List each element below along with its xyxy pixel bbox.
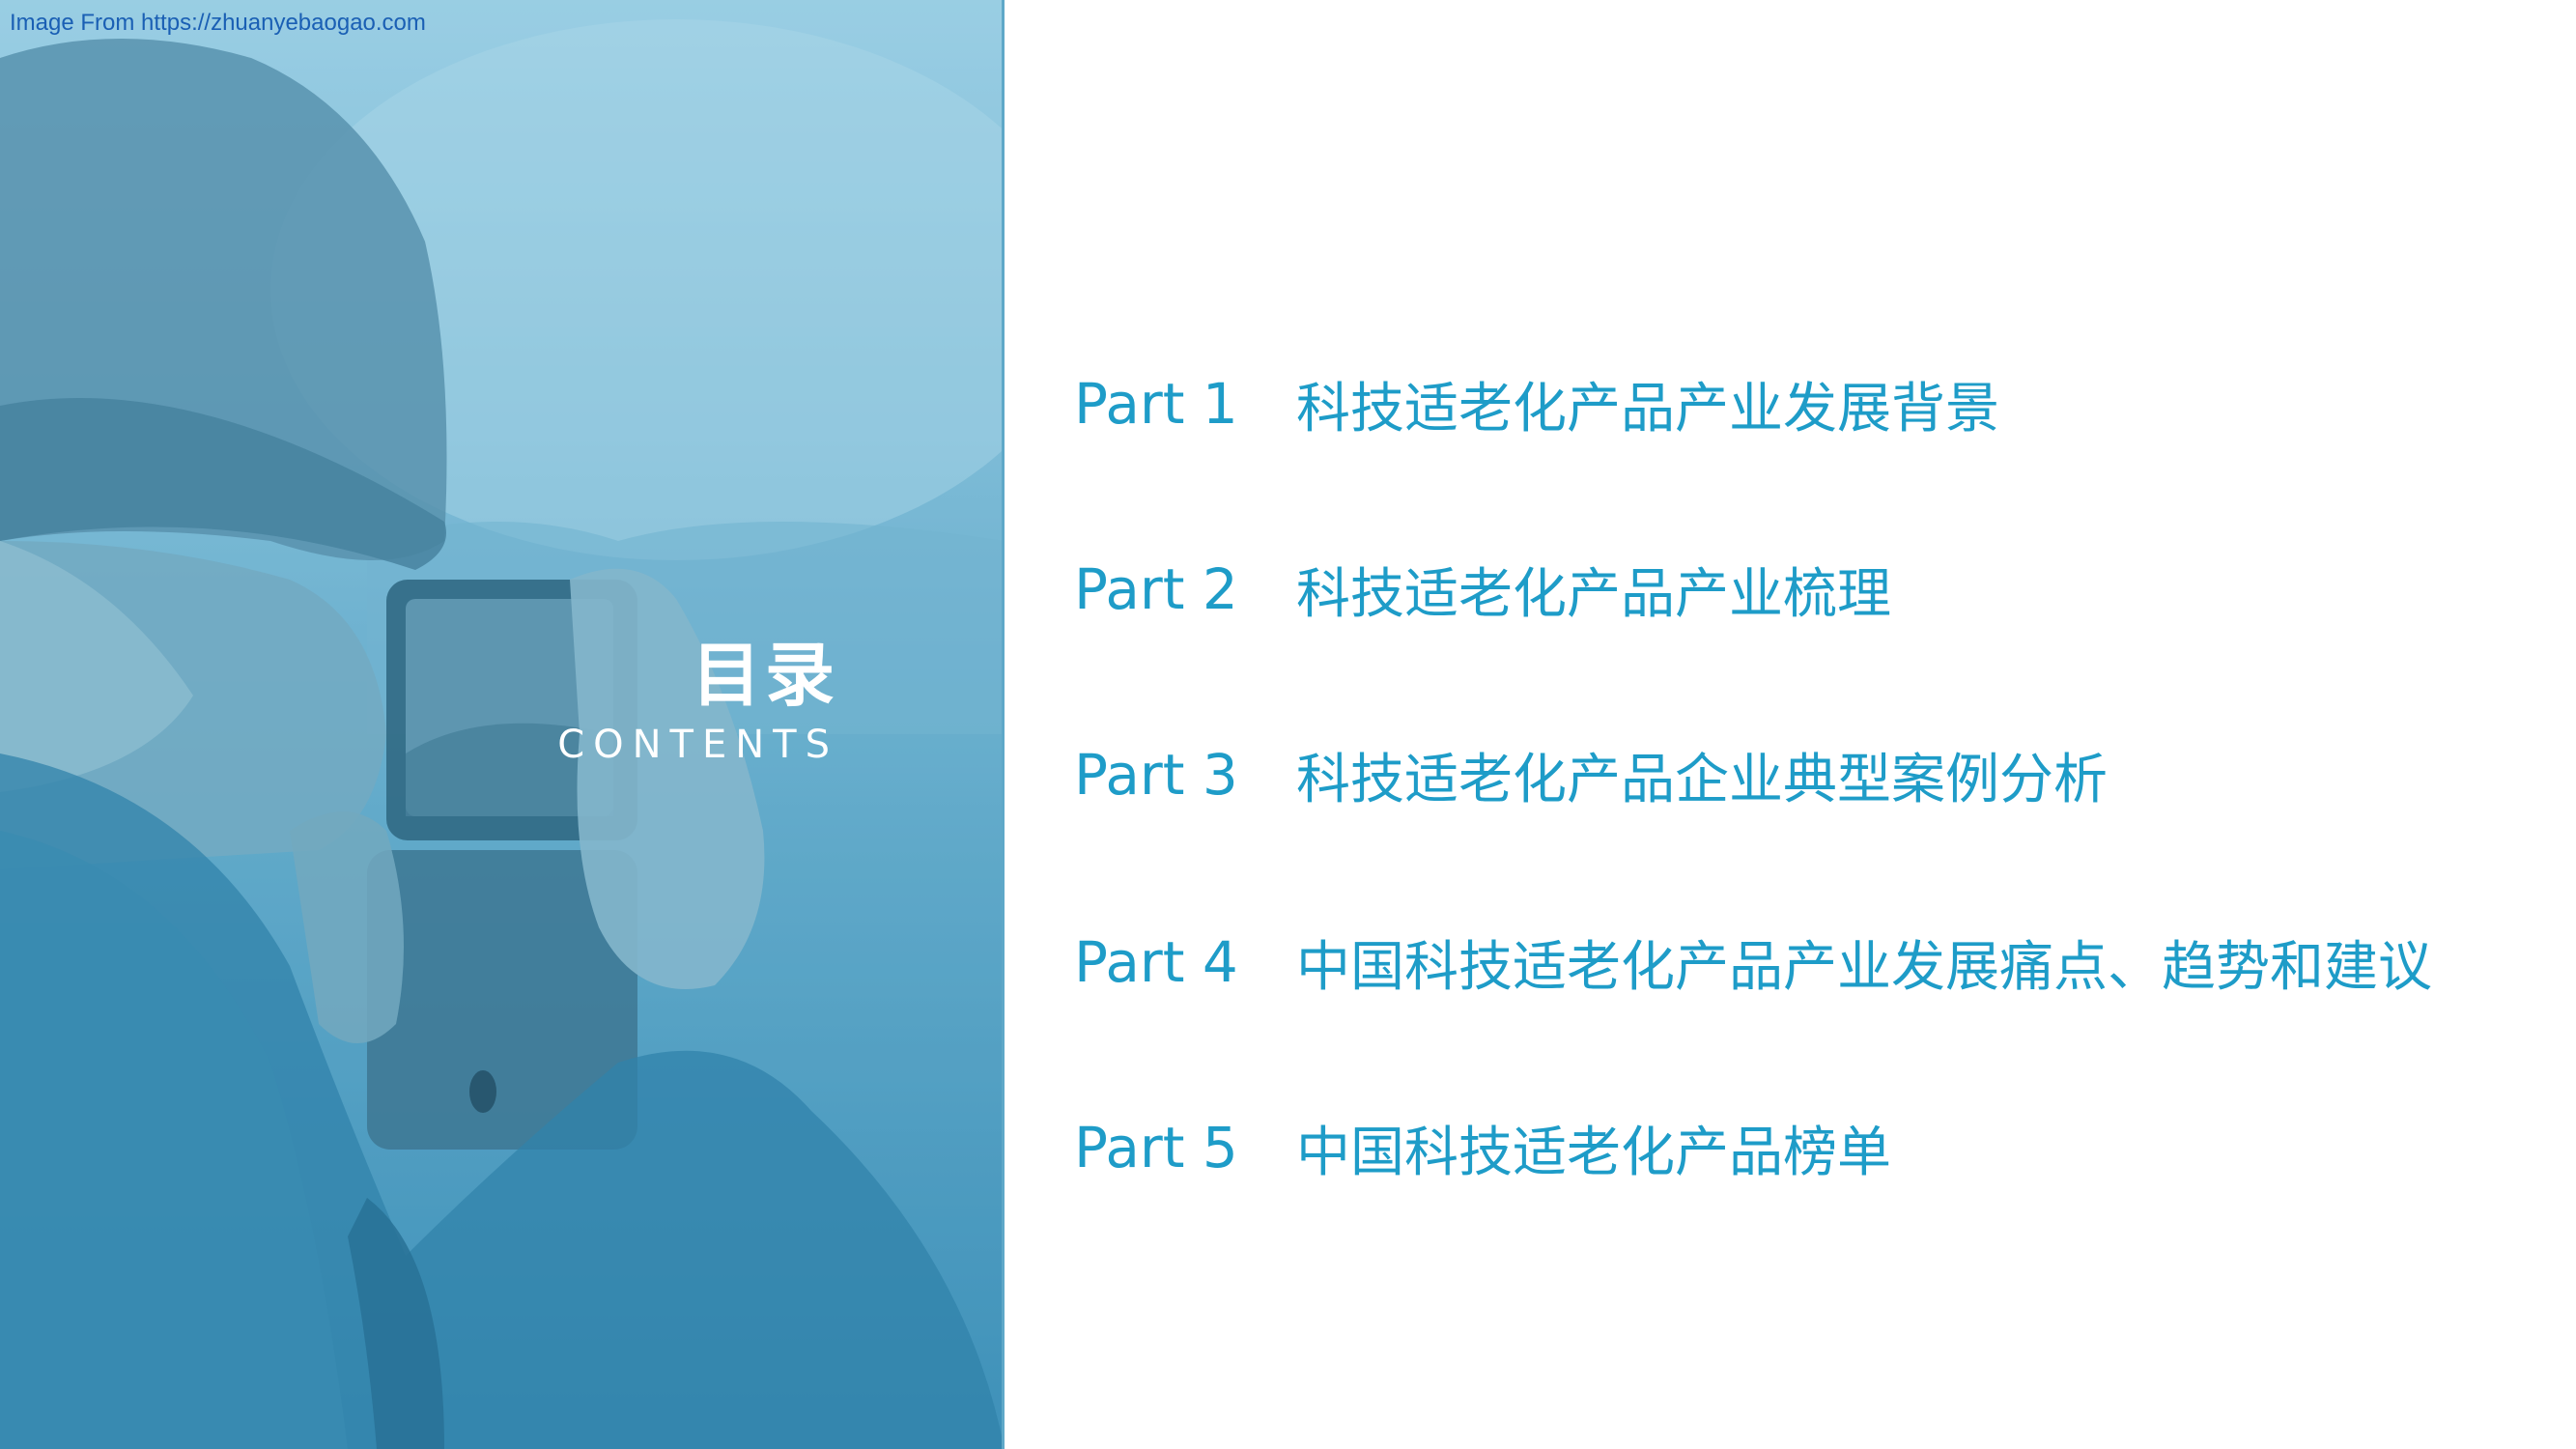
part-label: Part 2: [1074, 556, 1238, 622]
photo-panel: Image From https://zhuanyebaogao.com: [0, 0, 1005, 1449]
toc-item-part-3[interactable]: Part 3 科技适老化产品企业典型案例分析: [1074, 736, 2108, 813]
part-label: Part 4: [1074, 929, 1238, 995]
toc-item-part-5[interactable]: Part 5 中国科技适老化产品榜单: [1074, 1109, 1891, 1186]
part-title: 科技适老化产品产业梳理: [1296, 562, 1891, 626]
part-label: Part 1: [1074, 371, 1238, 437]
part-label: Part 5: [1074, 1115, 1238, 1180]
elderly-man-photo-icon: [0, 0, 1005, 1449]
part-label: Part 3: [1074, 742, 1238, 808]
toc-item-part-1[interactable]: Part 1 科技适老化产品产业发展背景: [1074, 365, 1999, 442]
slide: Image From https://zhuanyebaogao.com 目录 …: [0, 0, 2576, 1449]
toc-item-part-4[interactable]: Part 4 中国科技适老化产品产业发展痛点、趋势和建议: [1074, 923, 2432, 1001]
part-title: 中国科技适老化产品产业发展痛点、趋势和建议: [1296, 935, 2432, 999]
toc-item-part-2[interactable]: Part 2 科技适老化产品产业梳理: [1074, 551, 1891, 628]
part-title: 中国科技适老化产品榜单: [1296, 1121, 1891, 1184]
part-title: 科技适老化产品产业发展背景: [1296, 377, 1999, 440]
part-title: 科技适老化产品企业典型案例分析: [1296, 748, 2108, 811]
toc-title: 目录: [691, 635, 838, 716]
toc-subtitle: CONTENTS: [557, 723, 838, 767]
watermark-text: Image From https://zhuanyebaogao.com: [10, 10, 426, 36]
